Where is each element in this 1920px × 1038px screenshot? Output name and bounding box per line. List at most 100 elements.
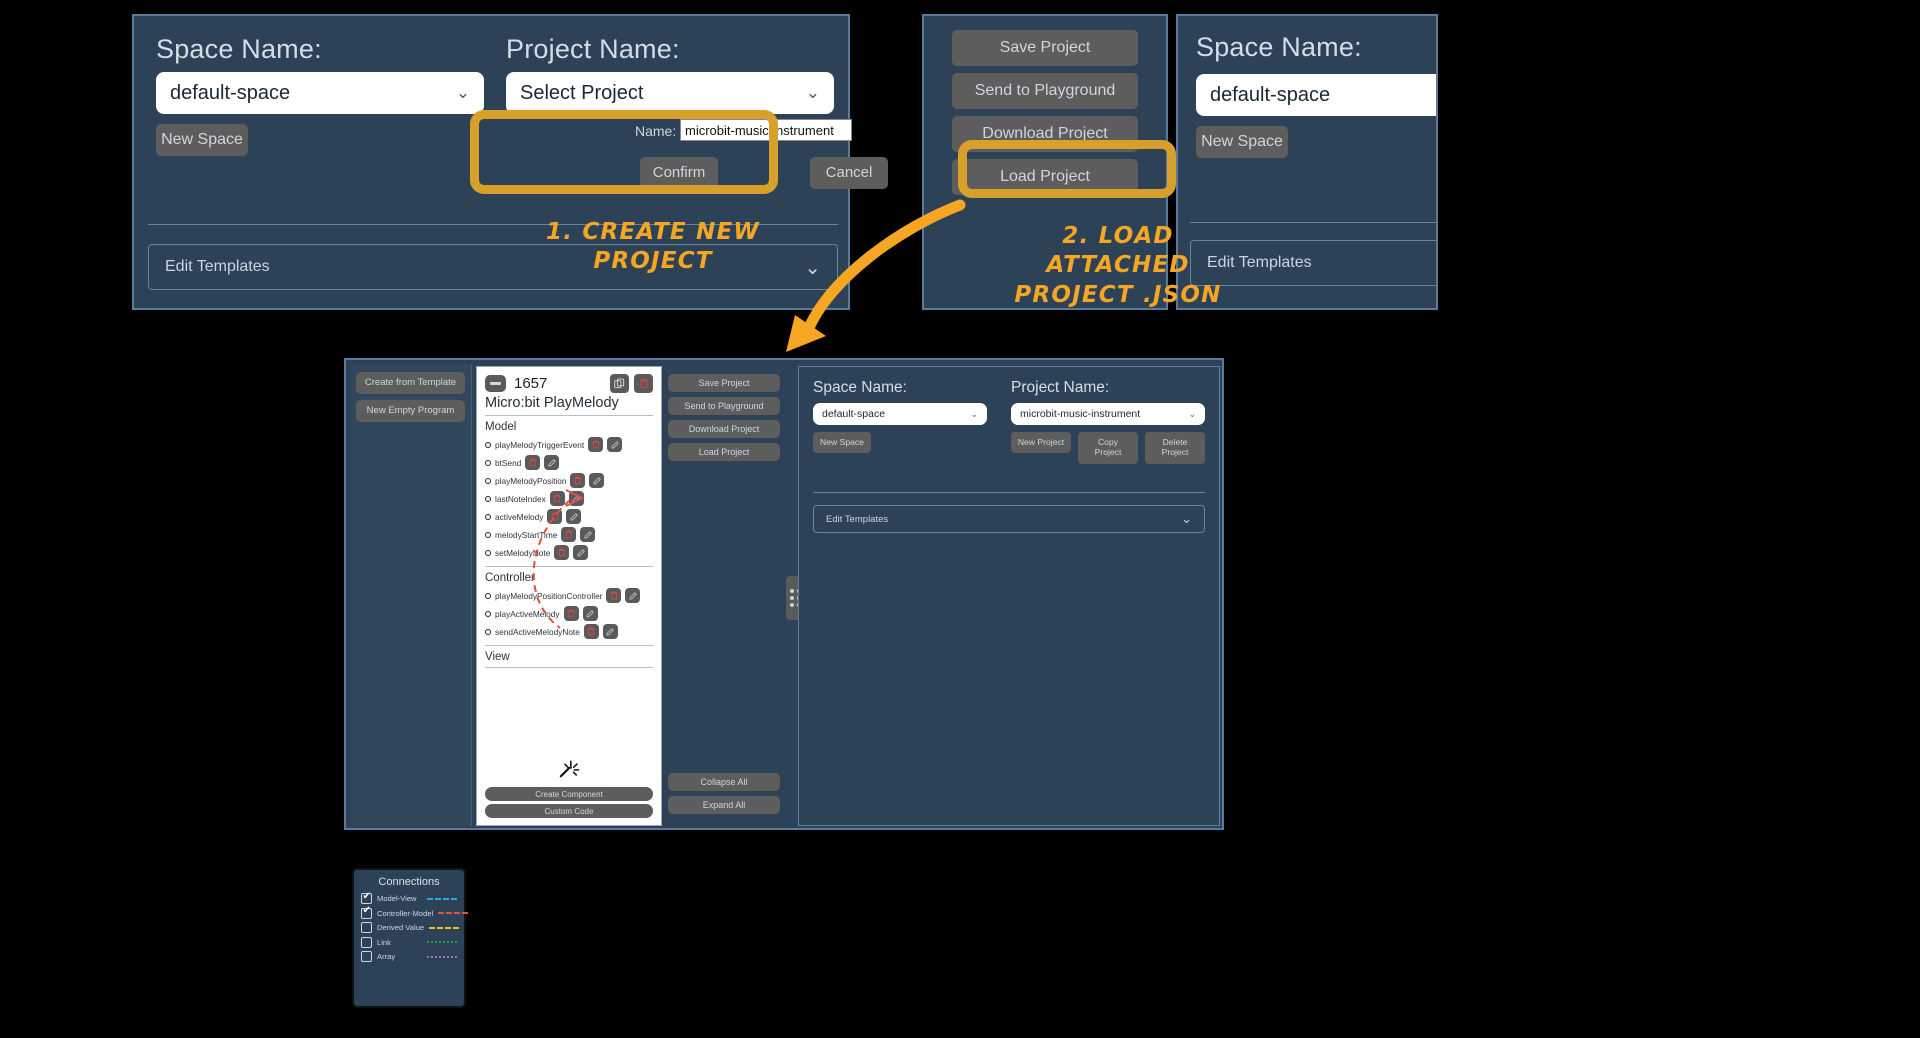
node-icon[interactable] [485, 441, 491, 448]
list-item: playMelodyPositionController [485, 588, 653, 603]
node-icon[interactable] [485, 477, 491, 484]
new-space-button[interactable]: New Space [1196, 126, 1288, 158]
save-project-button[interactable]: Save Project [952, 30, 1138, 66]
edit-icon[interactable] [573, 545, 589, 560]
legend-row: Model-View [361, 892, 457, 904]
new-empty-program-button[interactable]: New Empty Program [356, 400, 465, 422]
minus-icon[interactable] [485, 375, 506, 392]
checkbox-model-view[interactable] [361, 892, 372, 904]
trash-icon[interactable] [634, 374, 653, 393]
trash-icon[interactable] [549, 491, 565, 506]
node-icon[interactable] [485, 610, 491, 617]
item-label: setMelodyNote [495, 547, 551, 558]
trash-icon[interactable] [583, 624, 599, 639]
confirm-button[interactable]: Confirm [640, 157, 718, 189]
item-label: btSend [495, 457, 522, 468]
edit-templates-accordion[interactable]: Edit Templates ⌄ [813, 505, 1205, 533]
space-name-label: Space Name: [1196, 32, 1362, 62]
project-select-value: Select Project [520, 81, 644, 104]
load-project-button[interactable]: Load Project [952, 159, 1138, 195]
project-actions-column: Save Project Send to Playground Download… [668, 366, 780, 826]
item-label: activeMelody [495, 511, 544, 522]
node-icon[interactable] [485, 592, 491, 599]
node-icon[interactable] [485, 628, 491, 635]
legend-title: Connections [378, 876, 440, 888]
checkbox-array[interactable] [361, 951, 372, 962]
send-to-playground-button[interactable]: Send to Playground [952, 73, 1138, 109]
trash-icon[interactable] [554, 545, 570, 560]
space-select[interactable]: default-space ⌄ [156, 72, 484, 114]
component-card: 1657 Micro:bit PlayMelody Model playMelo… [476, 366, 662, 826]
checkbox-derived-value[interactable] [361, 922, 372, 933]
legend-line-controller-model [438, 912, 469, 914]
legend-row: Link [361, 936, 457, 948]
list-item: playActiveMelody [485, 606, 653, 621]
checkbox-controller-model[interactable] [361, 906, 372, 919]
new-space-button[interactable]: New Space [813, 432, 871, 453]
node-icon[interactable] [485, 495, 491, 502]
edit-icon[interactable] [544, 455, 560, 470]
space-select[interactable]: default-space ⌄ [813, 403, 987, 425]
node-icon[interactable] [485, 513, 491, 520]
card-divider [485, 415, 653, 416]
cancel-button[interactable]: Cancel [810, 157, 888, 189]
send-to-playground-button[interactable]: Send to Playground [668, 397, 780, 415]
section-title-view: View [485, 651, 510, 663]
item-label: playMelodyPosition [495, 475, 567, 486]
card-divider [485, 645, 653, 646]
app-window: Create from Template New Empty Program 1… [344, 358, 1224, 830]
item-label: melodyStartTime [495, 529, 558, 540]
legend-row: Derived Value [361, 922, 460, 933]
card-divider [485, 667, 653, 668]
project-select[interactable]: Select Project ⌄ [506, 72, 834, 114]
collapse-all-button[interactable]: Collapse All [668, 773, 780, 791]
download-project-button[interactable]: Download Project [668, 420, 780, 438]
edit-icon[interactable] [589, 473, 605, 488]
chevron-down-icon: ⌄ [455, 83, 470, 102]
project-name-input[interactable] [680, 119, 852, 141]
edit-icon[interactable] [568, 491, 584, 506]
legend-line-array [427, 955, 457, 958]
screenshot-root: Space Name: Project Name: default-space … [0, 0, 1920, 1038]
edit-icon[interactable] [582, 606, 598, 621]
edit-icon[interactable] [602, 624, 618, 639]
expand-all-button[interactable]: Expand All [668, 796, 780, 814]
edit-icon[interactable] [580, 527, 596, 542]
new-project-button[interactable]: New Project [1011, 432, 1071, 453]
trash-icon[interactable] [561, 527, 577, 542]
item-label: playMelodyTriggerEvent [495, 439, 585, 450]
edit-icon[interactable] [607, 437, 623, 452]
new-space-button[interactable]: New Space [156, 124, 248, 156]
trash-icon[interactable] [547, 509, 563, 524]
annotation-create-new-project: 1. CREATE NEW PROJECT [546, 219, 760, 275]
node-icon[interactable] [485, 459, 491, 466]
copy-icon[interactable] [610, 374, 629, 393]
copy-project-button[interactable]: Copy Project [1078, 432, 1138, 464]
delete-project-button[interactable]: Delete Project [1145, 432, 1205, 464]
load-project-button[interactable]: Load Project [668, 443, 780, 461]
space-name-label: Space Name: [813, 379, 907, 396]
space-select-value: default-space [1210, 83, 1331, 106]
trash-icon[interactable] [606, 588, 622, 603]
node-icon[interactable] [485, 549, 491, 556]
download-project-button[interactable]: Download Project [952, 116, 1138, 152]
checkbox-link[interactable] [361, 936, 372, 948]
save-project-button[interactable]: Save Project [668, 374, 780, 392]
edit-icon[interactable] [625, 588, 641, 603]
trash-icon[interactable] [588, 437, 604, 452]
annotation-load-attached-json: 2. LOAD ATTACHED PROJECT .JSON [1014, 223, 1222, 308]
custom-code-button[interactable]: Custom Code [485, 804, 653, 818]
node-icon[interactable] [485, 531, 491, 538]
card-footer: Create Component Custom Code [485, 759, 653, 821]
trash-icon[interactable] [525, 455, 541, 470]
edit-icon[interactable] [566, 509, 582, 524]
card-title: Micro:bit PlayMelody [485, 395, 619, 411]
space-select[interactable]: default-space ⌄ [1196, 74, 1436, 116]
create-component-button[interactable]: Create Component [485, 787, 653, 801]
trash-icon[interactable] [563, 606, 579, 621]
project-select[interactable]: microbit-music-instrument ⌄ [1011, 403, 1205, 425]
trash-icon[interactable] [570, 473, 586, 488]
chevron-down-icon: ⌄ [1188, 408, 1196, 419]
create-from-template-button[interactable]: Create from Template [356, 372, 465, 394]
legend-label: Link [377, 937, 391, 947]
